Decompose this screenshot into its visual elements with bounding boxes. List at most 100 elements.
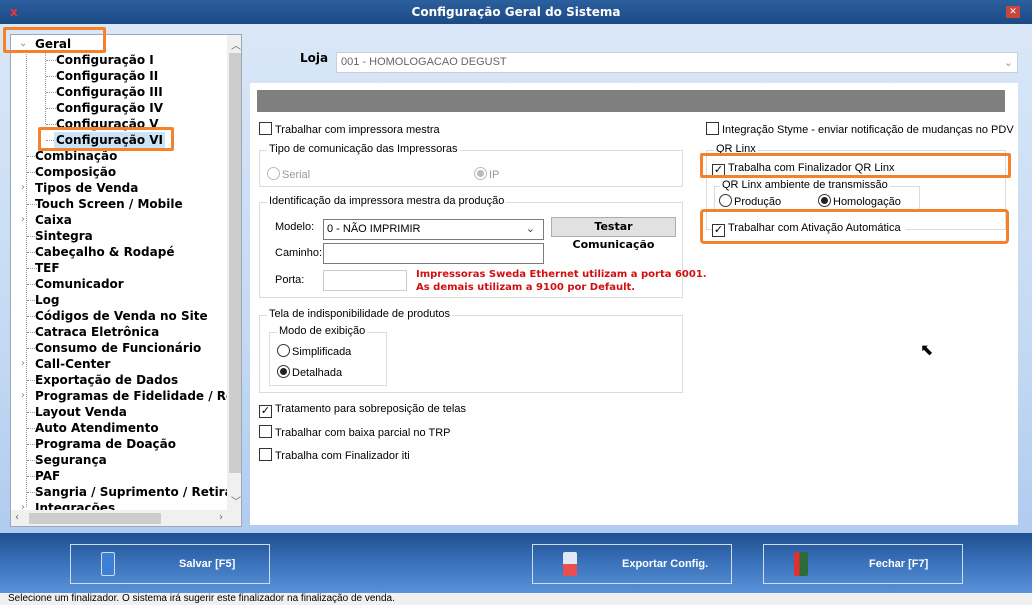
tree-item[interactable]: Cabeçalho & Rodapé xyxy=(35,244,174,260)
detalhada-radio[interactable]: Detalhada xyxy=(277,365,342,380)
modelo-select[interactable]: 0 - NÃO IMPRIMIR ⌄ xyxy=(323,219,544,240)
tree-item[interactable]: Programas de Fidelidade / Rela xyxy=(35,388,241,404)
tree-item[interactable]: Sangria / Suprimento / Retirac xyxy=(35,484,240,500)
sobreposicao-checkbox[interactable]: ✓ Tratamento para sobreposição de telas xyxy=(259,402,466,418)
exit-door-icon xyxy=(794,552,808,576)
checkbox-label: Trabalhar com baixa parcial no TRP xyxy=(275,427,451,439)
scroll-left-icon[interactable]: ‹ xyxy=(15,512,19,523)
tree-item[interactable]: Auto Atendimento xyxy=(35,420,159,436)
tree-item[interactable]: Call-Center xyxy=(35,356,110,372)
config-tree[interactable]: ⌄ Geral Configuração I Configuração II Confi… xyxy=(10,34,242,527)
window-title: Configuração Geral do Sistema xyxy=(411,5,621,19)
tree-item[interactable]: Catraca Eletrônica xyxy=(35,324,159,340)
radio-circle[interactable] xyxy=(277,344,290,357)
radio-label: IP xyxy=(489,169,500,181)
radio-circle[interactable] xyxy=(474,167,487,180)
scroll-right-icon[interactable]: › xyxy=(219,512,223,523)
tree-item[interactable]: Composição xyxy=(35,164,116,180)
fechar-button[interactable]: Fechar [F7] xyxy=(763,544,963,584)
radio-circle[interactable] xyxy=(267,167,280,180)
button-label: Exportar Config. xyxy=(622,558,709,570)
loja-select[interactable]: 001 - HOMOLOGACAO DEGUST ⌄ xyxy=(336,52,1018,73)
radio-circle[interactable] xyxy=(719,194,732,207)
checkbox-label: Trabalhar com impressora mestra xyxy=(275,124,440,136)
scroll-thumb[interactable] xyxy=(29,513,161,524)
impressora-mestra-checkbox[interactable]: Trabalhar com impressora mestra xyxy=(259,122,440,137)
button-label: Fechar [F7] xyxy=(869,558,929,570)
close-button[interactable]: ✕ xyxy=(1006,6,1020,18)
scroll-up-icon[interactable]: ︿ xyxy=(231,37,241,52)
exportar-button[interactable]: Exportar Config. xyxy=(532,544,732,584)
tree-item[interactable]: Segurança xyxy=(35,452,107,468)
scroll-down-icon[interactable]: ﹀ xyxy=(231,493,241,508)
radio-label: Homologação xyxy=(833,196,901,208)
tree-item[interactable]: Sintegra xyxy=(35,228,93,244)
tree-item[interactable]: Layout Venda xyxy=(35,404,127,420)
iti-checkbox[interactable]: Trabalha com Finalizador iti xyxy=(259,448,410,463)
radio-label: Simplificada xyxy=(292,346,352,358)
tree-line xyxy=(26,52,27,507)
loja-label: Loja xyxy=(300,51,329,65)
styme-checkbox[interactable]: Integração Styme - enviar notificação de… xyxy=(706,122,1014,137)
simplificada-radio[interactable]: Simplificada xyxy=(277,344,351,359)
tree-item-child[interactable]: Configuração II xyxy=(54,68,160,84)
homologacao-radio[interactable]: Homologação xyxy=(818,194,901,209)
panel-header-bar xyxy=(257,90,1005,112)
testar-comunicacao-button[interactable]: Testar Comunicação xyxy=(551,217,676,251)
highlight-configuracao-vi xyxy=(38,127,174,151)
producao-radio[interactable]: Produção xyxy=(719,194,781,209)
floppy-disk-icon xyxy=(101,552,115,576)
status-bar: Selecione um finalizador. O sistema irá … xyxy=(0,593,1032,605)
ip-radio[interactable]: IP xyxy=(474,167,499,182)
tree-item[interactable]: PAF xyxy=(35,468,60,484)
highlight-geral xyxy=(3,27,106,53)
checkmark-icon[interactable]: ✓ xyxy=(259,405,272,418)
radio-circle[interactable] xyxy=(277,365,290,378)
export-icon xyxy=(563,552,577,576)
scroll-thumb[interactable] xyxy=(229,53,241,473)
checkbox-box[interactable] xyxy=(706,122,719,135)
porta-label: Porta: xyxy=(275,274,305,286)
tree-horizontal-scrollbar[interactable]: ‹ › xyxy=(11,510,241,526)
caminho-label: Caminho: xyxy=(275,247,323,259)
tree-item[interactable]: TEF xyxy=(35,260,60,276)
radio-label: Serial xyxy=(282,169,311,181)
group-title: Identificação da impressora mestra da pr… xyxy=(267,195,507,207)
porta-input[interactable] xyxy=(323,270,407,291)
app-logo-icon: x xyxy=(10,5,18,19)
tree-item[interactable]: Log xyxy=(35,292,59,308)
chevron-right-icon[interactable]: › xyxy=(21,388,25,404)
tree-item-child[interactable]: Configuração I xyxy=(54,52,156,68)
tree-item[interactable]: Tipos de Venda xyxy=(35,180,138,196)
mouse-cursor-icon: ⬉ xyxy=(920,340,934,359)
serial-radio[interactable]: Serial xyxy=(267,167,310,182)
tree-item[interactable]: Comunicador xyxy=(35,276,124,292)
tree-item[interactable]: Consumo de Funcionário xyxy=(35,340,201,356)
group-title: Tipo de comunicação das Impressoras xyxy=(267,143,460,155)
modelo-label: Modelo: xyxy=(275,221,315,233)
chevron-right-icon[interactable]: › xyxy=(21,212,25,228)
checkbox-box[interactable] xyxy=(259,122,272,135)
highlight-qr-finalizador xyxy=(700,153,1011,178)
salvar-button[interactable]: Salvar [F5] xyxy=(70,544,270,584)
checkbox-box[interactable] xyxy=(259,425,272,438)
tree-item[interactable]: Códigos de Venda no Site xyxy=(35,308,208,324)
chevron-right-icon[interactable]: › xyxy=(21,356,25,372)
caminho-input[interactable] xyxy=(323,243,544,264)
tree-vertical-scrollbar[interactable]: ︿ ﹀ xyxy=(227,35,241,510)
chevron-down-icon: ⌄ xyxy=(1003,57,1013,69)
tree-item[interactable]: Caixa xyxy=(35,212,72,228)
tree-item-child[interactable]: Configuração III xyxy=(54,84,165,100)
baixa-parcial-checkbox[interactable]: Trabalhar com baixa parcial no TRP xyxy=(259,425,450,440)
tree-line xyxy=(45,52,46,124)
group-title: QR Linx ambiente de transmissão xyxy=(720,179,890,191)
tree-item-child[interactable]: Configuração IV xyxy=(54,100,165,116)
chevron-right-icon[interactable]: › xyxy=(21,180,25,196)
tree-item[interactable]: Exportação de Dados xyxy=(35,372,178,388)
radio-circle[interactable] xyxy=(818,194,831,207)
tree-item[interactable]: Touch Screen / Mobile xyxy=(35,196,183,212)
tree-item[interactable]: Programa de Doação xyxy=(35,436,176,452)
title-bar: Configuração Geral do Sistema xyxy=(0,0,1032,24)
checkbox-label: Integração Styme - enviar notificação de… xyxy=(722,124,1014,136)
checkbox-box[interactable] xyxy=(259,448,272,461)
